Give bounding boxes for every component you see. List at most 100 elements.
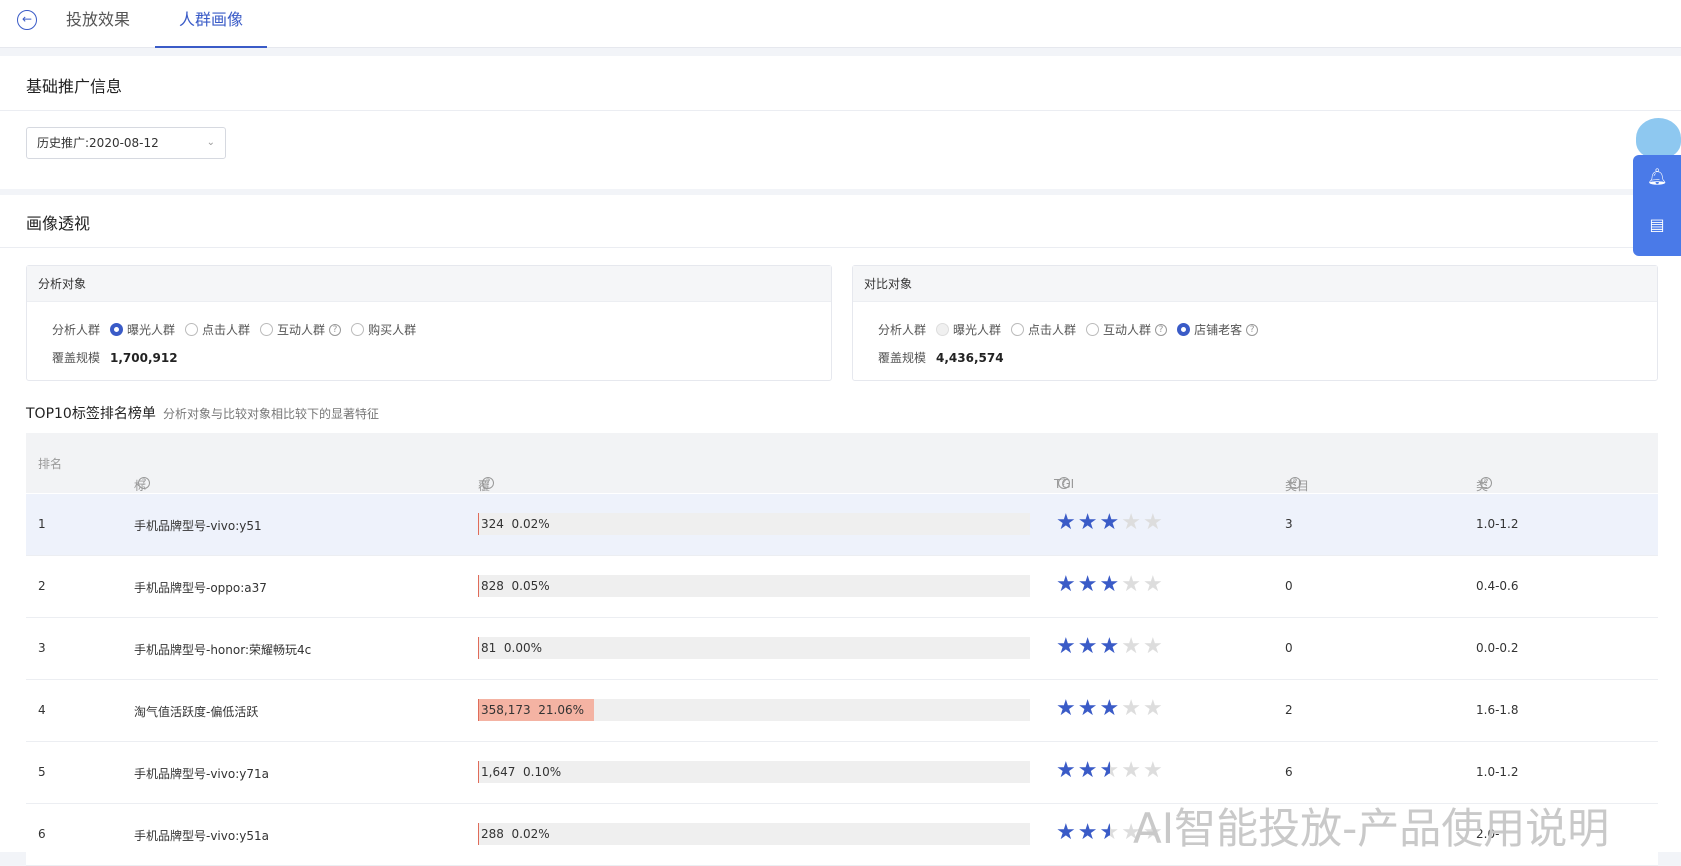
radio-interact-compare[interactable]: 互动人群 — [1086, 321, 1151, 338]
coverage-bar-fill — [478, 513, 479, 535]
radio-label: 互动人群 — [277, 323, 326, 337]
tgi-star-icon: ★ — [1099, 758, 1122, 783]
analysis-scale-row: 覆盖规模 1,700,912 — [52, 349, 178, 366]
chevron-down-icon: ⌄ — [206, 137, 215, 148]
analysis-panel-title: 分析对象 — [27, 266, 831, 302]
coverage-bar-fill — [478, 761, 479, 783]
history-select-value: 历史推广:2020-08-12 — [37, 136, 159, 150]
cell-ppc: 1.0-1.2 — [1476, 517, 1519, 531]
tgi-stars: ★★★★★ — [1056, 572, 1165, 597]
cell-ctr: 6 — [1285, 765, 1293, 779]
table-row[interactable]: 2 手机品牌型号-oppo:a37 828 0.05% ★★★★★ 0 0.4-0.6 — [26, 556, 1658, 618]
ranking-title: TOP10标签排名榜单 — [26, 406, 156, 422]
table-row[interactable]: 4 淘气值活跃度-偏低活跃 358,173 21.06% ★★★★★ 2 1.6-1.8 — [26, 680, 1658, 742]
tgi-star-icon: ★ — [1099, 510, 1122, 535]
tgi-star-icon: ★ — [1077, 634, 1100, 659]
cell-ctr: 0 — [1285, 641, 1293, 655]
radio-label: 曝光人群 — [953, 323, 1002, 337]
help-icon[interactable]: ? — [1155, 323, 1168, 336]
radio-interact[interactable]: 互动人群 — [260, 321, 325, 338]
radio-click[interactable]: 点击人群 — [185, 321, 250, 338]
cell-rank: 5 — [38, 765, 46, 779]
coverage-text: 81 0.00% — [481, 641, 542, 655]
cell-tag-name: 淘气值活跃度-偏低活跃 — [134, 705, 259, 719]
help-icon[interactable]: ? — [329, 323, 342, 336]
coverage-bar: 828 0.05% — [478, 575, 1030, 597]
coverage-text: 828 0.05% — [481, 579, 550, 593]
cell-ctr: 0 — [1285, 579, 1293, 593]
tgi-star-icon: ★ — [1077, 510, 1100, 535]
radio-click-compare[interactable]: 点击人群 — [1011, 321, 1076, 338]
tgi-star-icon: ★ — [1121, 758, 1143, 783]
cell-rank: 3 — [38, 641, 46, 655]
tgi-star-icon: ★ — [1077, 696, 1100, 721]
coverage-bar: 81 0.00% — [478, 637, 1030, 659]
tgi-star-icon: ★ — [1077, 820, 1100, 845]
tgi-star-icon: ★ — [1142, 634, 1165, 659]
coverage-text: 358,173 21.06% — [481, 703, 584, 717]
cell-ctr: 3 — [1285, 517, 1293, 531]
radio-old-customers[interactable]: 店铺老客 — [1177, 321, 1242, 338]
coverage-bar-fill — [478, 823, 479, 845]
cell-tag-name: 手机品牌型号-vivo:y71a — [134, 767, 269, 781]
compare-panel: 对比对象 分析人群 曝光人群 点击人群 互动人群 ? 店铺老客 ? 覆盖规模 4… — [852, 265, 1658, 381]
compare-panel-title: 对比对象 — [853, 266, 1657, 302]
message-icon[interactable]: ▤ — [1647, 215, 1667, 235]
coverage-bar: 288 0.02% — [478, 823, 1030, 845]
tgi-star-icon: ★ — [1142, 758, 1165, 783]
back-arrow-icon[interactable]: ← — [17, 10, 37, 30]
tgi-star-icon: ★ — [1099, 696, 1122, 721]
coverage-ratio: 0.05% — [511, 579, 550, 593]
cell-ctr: 2 — [1285, 703, 1293, 717]
cell-tag-name: 手机品牌型号-vivo:y51 — [134, 519, 262, 533]
help-icon[interactable]: ? — [1246, 323, 1259, 336]
bell-icon[interactable]: 🔔︎ — [1647, 167, 1667, 187]
radio-purchase[interactable]: 购买人群 — [351, 321, 416, 338]
coverage-text: 324 0.02% — [481, 517, 550, 531]
coverage-bar-fill — [478, 575, 479, 597]
table-header: 排名 标签名称? 覆盖数/占比? TGI? 类目CTR? 类目PPC? — [26, 433, 1658, 561]
tgi-star-icon: ★ — [1056, 510, 1078, 535]
cell-rank: 6 — [38, 827, 46, 841]
tgi-star-icon: ★ — [1056, 572, 1078, 597]
help-icon[interactable]: ? — [1289, 477, 1301, 489]
tgi-star-icon: ★ — [1056, 696, 1078, 721]
cell-rank: 1 — [38, 517, 46, 531]
tab-crowd-portrait[interactable]: 人群画像 — [155, 0, 267, 48]
history-promotion-select[interactable]: 历史推广:2020-08-12 ⌄ — [26, 127, 226, 159]
help-icon[interactable]: ? — [138, 477, 150, 489]
coverage-ratio: 0.00% — [503, 641, 543, 655]
tgi-stars: ★★★★★ — [1056, 510, 1165, 535]
tgi-stars: ★★★★★ — [1056, 758, 1165, 783]
table-row[interactable]: 1 手机品牌型号-vivo:y51 324 0.02% ★★★★★ 3 1.0-1.2 — [26, 494, 1658, 556]
radio-label: 点击人群 — [1028, 323, 1077, 337]
tgi-star-icon: ★ — [1099, 572, 1122, 597]
tgi-star-icon: ★ — [1142, 696, 1165, 721]
table-row[interactable]: 3 手机品牌型号-honor:荣耀畅玩4c 81 0.00% ★★★★★ 0 0.0-0.… — [26, 618, 1658, 680]
radio-label: 互动人群 — [1103, 323, 1152, 337]
basic-info-section: 基础推广信息 — [0, 56, 1681, 189]
floating-toolbar: 🔔︎ ▤ — [1633, 155, 1681, 256]
tgi-star-icon: ★ — [1077, 758, 1100, 783]
tgi-stars: ★★★★★ — [1056, 696, 1165, 721]
tab-delivery-effect[interactable]: 投放效果 — [66, 0, 130, 48]
help-icon[interactable]: ? — [1058, 477, 1070, 489]
coverage-bar: 1,647 0.10% — [478, 761, 1030, 783]
cell-rank: 4 — [38, 703, 46, 717]
cell-tag-name: 手机品牌型号-honor:荣耀畅玩4c — [134, 643, 312, 657]
coverage-bar-fill — [478, 637, 479, 659]
compare-scale-label: 覆盖规模 — [878, 351, 927, 365]
coverage-count: 358,173 — [481, 703, 531, 717]
radio-exposure[interactable]: 曝光人群 — [110, 321, 175, 338]
compare-scale-value: 4,436,574 — [936, 350, 1004, 365]
help-icon[interactable]: ? — [482, 477, 494, 489]
tgi-star-icon: ★ — [1099, 634, 1122, 659]
analysis-panel: 分析对象 分析人群 曝光人群 点击人群 互动人群 ? 购买人群 覆盖规模 1,7… — [26, 265, 832, 381]
tgi-star-icon: ★ — [1056, 634, 1078, 659]
help-icon[interactable]: ? — [1480, 477, 1492, 489]
coverage-count: 1,647 — [481, 765, 516, 779]
header-rank: 排名 — [38, 457, 63, 471]
cell-rank: 2 — [38, 579, 46, 593]
coverage-bar: 358,173 21.06% — [478, 699, 1030, 721]
tgi-star-icon: ★ — [1099, 820, 1122, 845]
